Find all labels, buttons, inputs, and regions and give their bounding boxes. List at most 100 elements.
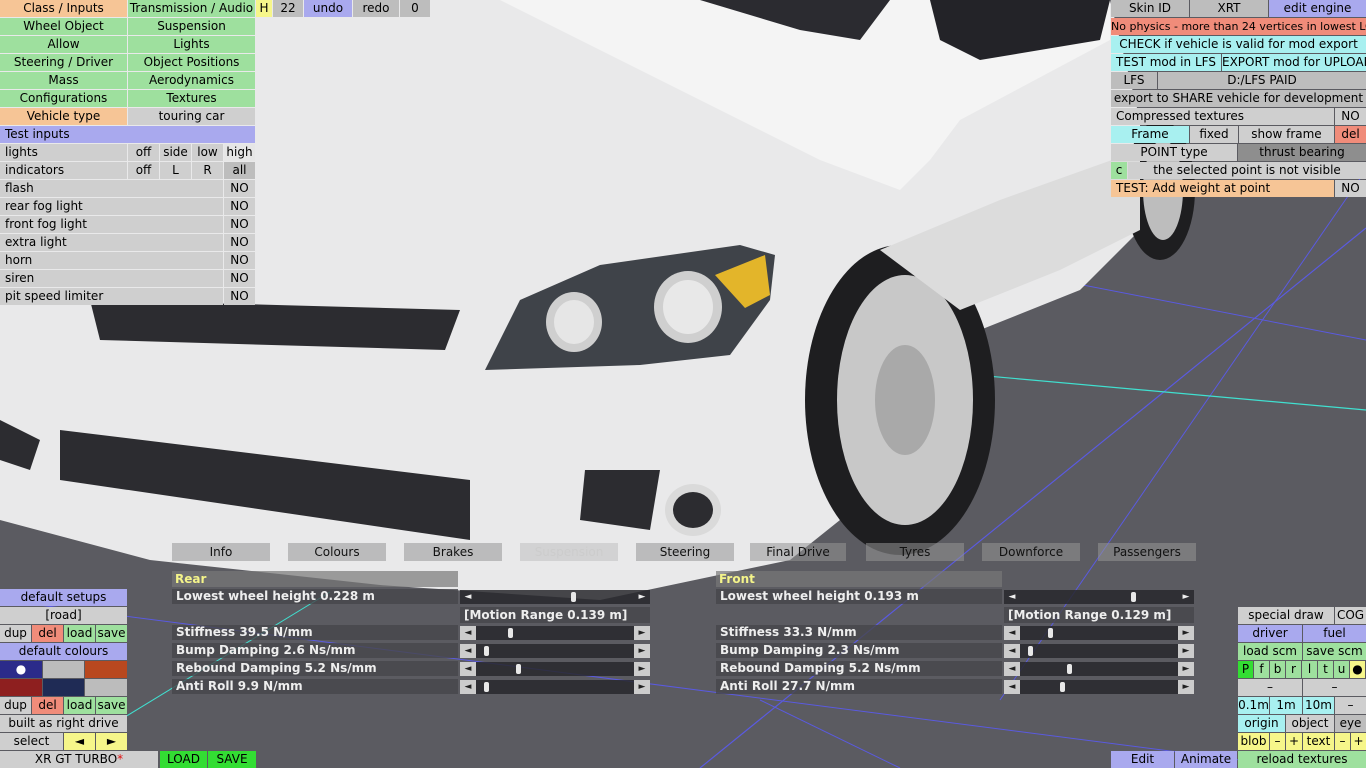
draw-toggle[interactable]: t [1318,661,1333,678]
wheel-object-button[interactable]: Wheel Object [0,18,127,35]
object-button[interactable]: object [1286,715,1334,732]
fuel-button[interactable]: fuel [1303,625,1366,642]
slider-thumb[interactable] [1130,592,1136,602]
test-input-toggle[interactable]: NO [224,234,255,251]
slider-thumb[interactable] [507,628,513,638]
draw-toggle[interactable]: r [1286,661,1301,678]
draw-toggle[interactable]: P [1238,661,1253,678]
rear-lowest-slider[interactable]: ◄ ► [460,590,650,604]
save-button[interactable]: SAVE [208,751,256,768]
export-mod-button[interactable]: EXPORT mod for UPLOAD [1222,54,1366,71]
tab-final-drive[interactable]: Final Drive [750,543,846,561]
slider-thumb[interactable] [1048,628,1054,638]
aerodynamics-button[interactable]: Aerodynamics [128,72,255,89]
arrow-left-icon[interactable]: ◄ [1004,626,1020,640]
edit-engine-button[interactable]: edit engine [1269,0,1366,17]
load-button[interactable]: LOAD [160,751,207,768]
indicators-off[interactable]: off [128,162,159,179]
show-frame-button[interactable]: show frame [1239,126,1334,143]
arrow-left-icon[interactable]: ◄ [460,662,476,676]
arrow-right-icon[interactable]: ► [1178,590,1194,604]
draw-toggle[interactable]: ● [1350,661,1365,678]
class-inputs-button[interactable]: Class / Inputs [0,0,127,17]
arrow-left-icon[interactable]: ◄ [1004,590,1020,604]
frame-button[interactable]: Frame [1111,126,1189,143]
vehicle-type-select[interactable]: touring car [128,108,255,125]
text-button[interactable]: text [1303,733,1334,750]
rear-setting-slider[interactable]: ◄ ► [460,644,650,658]
colour-swatch[interactable] [0,679,42,696]
object-positions-button[interactable]: Object Positions [128,54,255,71]
draw-toggle[interactable]: l [1302,661,1317,678]
colour-load-button[interactable]: load [64,697,95,714]
arrow-left-icon[interactable]: ◄ [1004,680,1020,694]
special-draw-button[interactable]: special draw [1238,607,1334,624]
undo-button[interactable]: undo [304,0,352,17]
colour-swatch[interactable]: ● [0,661,42,678]
arrow-right-icon[interactable]: ► [634,662,650,676]
redo-button[interactable]: redo [353,0,399,17]
indicators-right[interactable]: R [192,162,223,179]
colour-swatch[interactable] [43,679,84,696]
arrow-left-icon[interactable]: ◄ [460,644,476,658]
select-next-button[interactable]: ► [96,733,127,750]
slider-thumb[interactable] [483,646,489,656]
allow-button[interactable]: Allow [0,36,127,53]
text-minus-button[interactable]: – [1335,733,1350,750]
lfs-button[interactable]: LFS [1111,72,1157,89]
arrow-right-icon[interactable]: ► [1178,644,1194,658]
test-input-toggle[interactable]: NO [224,198,255,215]
tab-info[interactable]: Info [172,543,270,561]
mass-button[interactable]: Mass [0,72,127,89]
lfs-path[interactable]: D:/LFS PAID [1158,72,1366,89]
text-plus-button[interactable]: + [1351,733,1366,750]
arrow-left-icon[interactable]: ◄ [1004,662,1020,676]
test-input-toggle[interactable]: NO [224,216,255,233]
cog-button[interactable]: COG [1335,607,1366,624]
select-prev-button[interactable]: ◄ [64,733,95,750]
tab-downforce[interactable]: Downforce [982,543,1080,561]
add-weight-toggle[interactable]: NO [1335,180,1366,197]
step-minus-button[interactable]: – [1335,697,1366,714]
check-vehicle-button[interactable]: CHECK if vehicle is valid for mod export [1111,36,1366,53]
minus-button-1[interactable]: – [1238,679,1302,696]
test-input-toggle[interactable]: NO [224,270,255,287]
indicators-all[interactable]: all [224,162,255,179]
skin-id-button[interactable]: Skin ID [1111,0,1189,17]
steering-driver-button[interactable]: Steering / Driver [0,54,127,71]
arrow-left-icon[interactable]: ◄ [460,626,476,640]
arrow-right-icon[interactable]: ► [1178,680,1194,694]
step-0-1m-button[interactable]: 0.1m [1238,697,1269,714]
colour-swatch[interactable] [43,661,84,678]
arrow-left-icon[interactable]: ◄ [460,590,476,604]
step-count[interactable]: 22 [273,0,303,17]
tab-passengers[interactable]: Passengers [1098,543,1196,561]
arrow-right-icon[interactable]: ► [634,590,650,604]
rear-setting-slider[interactable]: ◄ ► [460,662,650,676]
test-input-toggle[interactable]: NO [224,180,255,197]
arrow-right-icon[interactable]: ► [634,644,650,658]
setup-dup-button[interactable]: dup [0,625,31,642]
built-as-right-drive-toggle[interactable]: built as right drive [0,715,127,732]
blob-plus-button[interactable]: + [1286,733,1302,750]
tab-brakes[interactable]: Brakes [404,543,502,561]
front-setting-slider[interactable]: ◄ ► [1004,644,1194,658]
slider-thumb[interactable] [1027,646,1033,656]
slider-thumb[interactable] [1067,664,1073,674]
arrow-right-icon[interactable]: ► [1178,626,1194,640]
lights-side[interactable]: side [160,144,191,161]
tab-colours[interactable]: Colours [288,543,386,561]
save-scm-button[interactable]: save scm [1303,643,1366,660]
tab-suspension[interactable]: Suspension [520,543,618,561]
colour-save-button[interactable]: save [96,697,127,714]
step-1m-button[interactable]: 1m [1270,697,1302,714]
blob-minus-button[interactable]: – [1270,733,1285,750]
arrow-right-icon[interactable]: ► [1178,662,1194,676]
slider-thumb[interactable] [515,664,521,674]
fixed-button[interactable]: fixed [1190,126,1238,143]
load-scm-button[interactable]: load scm [1238,643,1302,660]
lights-low[interactable]: low [192,144,223,161]
point-type-select[interactable]: thrust bearing [1238,144,1366,161]
textures-button[interactable]: Textures [128,90,255,107]
slider-thumb[interactable] [1059,682,1065,692]
